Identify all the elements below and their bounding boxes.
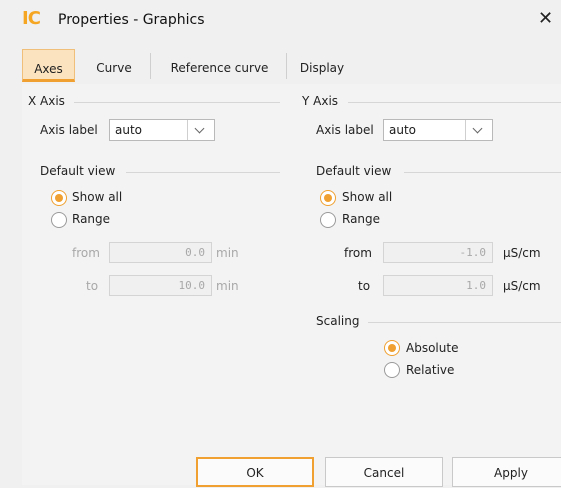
cancel-button[interactable]: Cancel	[325, 457, 443, 487]
apply-button[interactable]: Apply	[452, 457, 561, 487]
x-to-unit: min	[216, 279, 239, 293]
y-to-unit: µS/cm	[503, 279, 541, 293]
y-from-input[interactable]: -1.0	[383, 242, 493, 263]
x-axis-group-line	[74, 102, 280, 103]
close-icon[interactable]: ✕	[538, 8, 553, 29]
y-show-all-radio[interactable]	[320, 190, 336, 206]
y-from-label: from	[344, 246, 372, 260]
absolute-radio[interactable]	[384, 340, 400, 356]
scaling-label: Scaling	[316, 314, 360, 328]
y-axis-group-label: Y Axis	[302, 94, 339, 108]
x-axis-label-dropdown[interactable]	[187, 120, 214, 140]
y-axis-label-select[interactable]: auto	[383, 119, 493, 141]
tab-reference-curve[interactable]: Reference curve	[159, 49, 280, 82]
axes-panel: X Axis Axis label auto Default view Show…	[22, 84, 561, 485]
x-default-view-label: Default view	[40, 164, 116, 178]
x-from-label: from	[72, 246, 100, 260]
chevron-down-icon	[194, 123, 205, 134]
tab-display[interactable]: Display	[292, 49, 352, 82]
x-from-input[interactable]: 0.0	[109, 242, 212, 263]
x-axis-label-value: auto	[115, 123, 143, 137]
tab-curve-label: Curve	[96, 61, 132, 75]
x-axis-label-caption: Axis label	[40, 123, 98, 137]
y-default-view-label: Default view	[316, 164, 392, 178]
y-to-label: to	[358, 279, 371, 293]
y-from-unit: µS/cm	[503, 246, 541, 260]
y-axis-label-dropdown[interactable]	[465, 120, 492, 140]
scaling-line	[368, 322, 561, 323]
tab-axes[interactable]: Axes	[22, 49, 75, 82]
x-show-all-label: Show all	[72, 190, 123, 204]
tab-separator	[150, 53, 151, 79]
window-title: Properties - Graphics	[58, 12, 205, 28]
x-to-input[interactable]: 10.0	[109, 275, 212, 296]
ok-button[interactable]: OK	[196, 457, 314, 487]
x-axis-label-select[interactable]: auto	[109, 119, 215, 141]
y-to-input[interactable]: 1.0	[383, 275, 493, 296]
tab-axes-label: Axes	[34, 62, 63, 76]
x-range-radio[interactable]	[51, 212, 67, 228]
tab-reference-curve-label: Reference curve	[170, 61, 269, 75]
tab-bar: Axes Curve Reference curve Display	[22, 49, 561, 82]
y-default-view-line	[404, 172, 561, 173]
y-range-radio[interactable]	[320, 212, 336, 228]
x-from-unit: min	[216, 246, 239, 260]
x-show-all-radio[interactable]	[51, 190, 67, 206]
relative-label: Relative	[406, 363, 455, 377]
x-to-label: to	[86, 279, 99, 293]
chevron-down-icon	[472, 123, 483, 134]
y-axis-label-caption: Axis label	[316, 123, 374, 137]
x-default-view-line	[126, 172, 280, 173]
y-axis-group-line	[348, 102, 561, 103]
tab-display-label: Display	[299, 61, 345, 75]
tab-curve[interactable]: Curve	[84, 49, 144, 82]
absolute-label: Absolute	[406, 341, 459, 355]
title-bar: IC Properties - Graphics ✕	[0, 0, 561, 44]
x-range-label: Range	[72, 212, 111, 226]
app-logo: IC	[22, 8, 41, 29]
y-axis-label-value: auto	[389, 123, 417, 137]
y-range-label: Range	[342, 212, 381, 226]
relative-radio[interactable]	[384, 362, 400, 378]
tab-separator	[286, 53, 287, 79]
x-axis-group-label: X Axis	[28, 94, 65, 108]
y-show-all-label: Show all	[342, 190, 393, 204]
